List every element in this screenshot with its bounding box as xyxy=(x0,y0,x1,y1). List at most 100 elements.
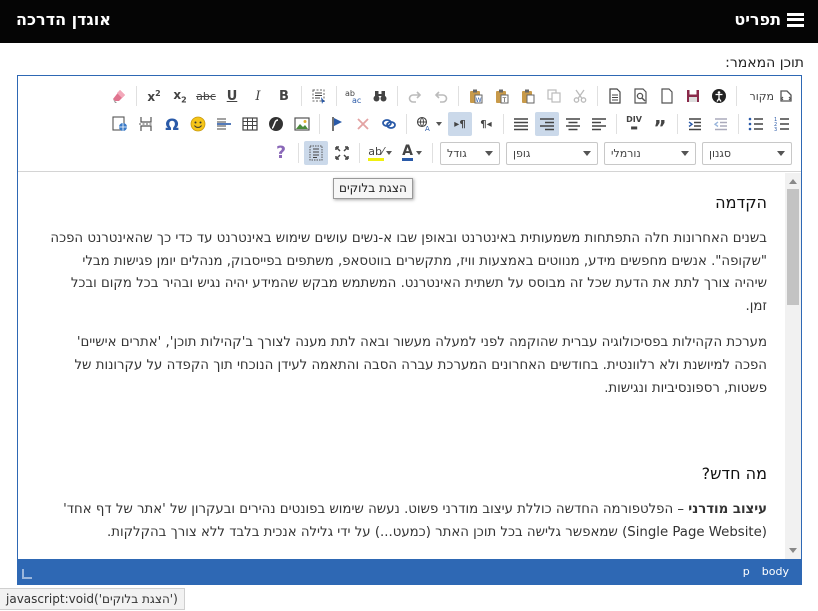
toolbar-separator xyxy=(397,86,398,106)
outdent-button[interactable] xyxy=(709,112,733,136)
chevron-down-icon xyxy=(385,151,392,155)
size-combo-label: גודל xyxy=(447,146,467,160)
link-button[interactable] xyxy=(377,112,401,136)
menu-button[interactable]: תפריט xyxy=(734,10,804,29)
superscript-button[interactable]: x2 xyxy=(142,84,166,108)
redo-icon xyxy=(408,91,422,103)
svg-text:3: 3 xyxy=(774,127,777,132)
maximize-button[interactable] xyxy=(330,141,354,165)
paste-button[interactable] xyxy=(516,84,540,108)
text-color-button[interactable]: A xyxy=(397,141,427,165)
select-all-icon xyxy=(312,89,325,104)
maximize-icon xyxy=(335,146,349,160)
path-p[interactable]: p xyxy=(743,565,750,578)
paragraph-3-text: – הפלטפורמה החדשה כוללת עיצוב מודרני פשו… xyxy=(63,502,767,540)
create-div-button[interactable]: DIV ▬ xyxy=(622,112,646,136)
special-char-button[interactable]: Ω xyxy=(160,112,184,136)
justify-button[interactable] xyxy=(509,112,533,136)
replace-button[interactable]: ab ac xyxy=(342,84,366,108)
find-button[interactable] xyxy=(368,84,392,108)
cut-button[interactable] xyxy=(568,84,592,108)
align-left-button[interactable] xyxy=(587,112,611,136)
templates-button[interactable] xyxy=(603,84,627,108)
paste-icon xyxy=(522,89,535,104)
chevron-down-icon xyxy=(777,150,785,156)
flag-icon xyxy=(332,117,342,131)
format-combo[interactable]: נורמלי xyxy=(604,141,696,165)
align-right-button[interactable] xyxy=(535,112,559,136)
smiley-button[interactable] xyxy=(186,112,210,136)
justify-icon xyxy=(514,118,528,131)
underline-button[interactable]: U xyxy=(220,84,244,108)
iframe-button[interactable] xyxy=(108,112,132,136)
highlighter-icon: ab⁄ xyxy=(368,145,384,161)
select-all-button[interactable] xyxy=(307,84,331,108)
italic-button[interactable]: I xyxy=(246,84,270,108)
unlink-button[interactable] xyxy=(351,112,375,136)
undo-button[interactable] xyxy=(429,84,453,108)
editor-content-area[interactable]: הקדמה בשנים האחרונות חלה התפתחות משמעותי… xyxy=(18,173,785,559)
new-page-button[interactable] xyxy=(655,84,679,108)
table-button[interactable] xyxy=(238,112,262,136)
hamburger-icon xyxy=(787,12,804,27)
copy-button[interactable] xyxy=(542,84,566,108)
chevron-down-icon xyxy=(681,150,689,156)
templates-icon xyxy=(609,88,621,104)
scroll-up-arrow-icon[interactable] xyxy=(789,179,797,184)
toolbar-separator xyxy=(597,86,598,106)
align-center-button[interactable] xyxy=(561,112,585,136)
toolbar-row-3: סגנון נורמלי גופן גודל A ab⁄ ? xyxy=(268,139,795,167)
div-icon: DIV ▬ xyxy=(626,115,642,132)
language-button[interactable]: A xyxy=(412,112,446,136)
toolbar-separator xyxy=(432,143,433,163)
redo-button[interactable] xyxy=(403,84,427,108)
toolbar-row-2: 123 ” DIV ▬ ¶◂ ▸¶ A Ω xyxy=(107,110,795,138)
help-button[interactable]: ? xyxy=(269,141,293,165)
brand-title[interactable]: אוגדן הדרכה xyxy=(16,10,111,29)
indent-button[interactable] xyxy=(683,112,707,136)
size-combo[interactable]: גודל xyxy=(440,141,500,165)
horizontal-rule-button[interactable] xyxy=(212,112,236,136)
bold-button[interactable]: B xyxy=(272,84,296,108)
toolbar-separator xyxy=(677,114,678,134)
accessibility-button[interactable] xyxy=(707,84,731,108)
paste-word-button[interactable]: W xyxy=(464,84,488,108)
chevron-down-icon xyxy=(485,150,493,156)
flash-button[interactable] xyxy=(264,112,288,136)
resize-handle-icon[interactable] xyxy=(22,569,32,579)
strikethrough-icon: abc xyxy=(196,89,216,103)
path-body[interactable]: body xyxy=(762,565,789,578)
remove-format-button[interactable] xyxy=(107,84,131,108)
scroll-thumb[interactable] xyxy=(787,189,799,305)
align-left-icon xyxy=(592,118,606,131)
toolbar-separator xyxy=(301,86,302,106)
outdent-icon xyxy=(713,118,727,131)
page-break-button[interactable] xyxy=(134,112,158,136)
strike-button[interactable]: abc xyxy=(194,84,218,108)
numbered-list-button[interactable]: 123 xyxy=(770,112,794,136)
bulleted-list-button[interactable] xyxy=(744,112,768,136)
svg-text:A: A xyxy=(425,125,430,132)
show-blocks-button[interactable] xyxy=(304,141,328,165)
blockquote-button[interactable]: ” xyxy=(648,112,672,140)
unlink-icon xyxy=(357,118,369,130)
subscript-button[interactable]: x2 xyxy=(168,84,192,108)
image-button[interactable] xyxy=(290,112,314,136)
style-combo[interactable]: סגנון xyxy=(702,141,792,165)
source-button[interactable]: מקור xyxy=(742,84,794,108)
ltr-button[interactable]: ¶◂ xyxy=(474,112,498,136)
scroll-down-arrow-icon[interactable] xyxy=(789,548,797,553)
anchor-button[interactable] xyxy=(325,112,349,136)
quote-icon: ” xyxy=(653,116,667,140)
preview-button[interactable] xyxy=(629,84,653,108)
content-scrollbar[interactable] xyxy=(785,173,801,559)
paste-text-button[interactable]: T xyxy=(490,84,514,108)
bold-icon: B xyxy=(279,88,289,104)
toolbar-separator xyxy=(458,86,459,106)
svg-text:T: T xyxy=(502,97,507,104)
font-combo[interactable]: גופן xyxy=(506,141,598,165)
background-color-button[interactable]: ab⁄ xyxy=(365,141,395,165)
rtl-button[interactable]: ▸¶ xyxy=(448,112,472,136)
save-button[interactable] xyxy=(681,84,705,108)
toolbar-separator xyxy=(736,86,737,106)
